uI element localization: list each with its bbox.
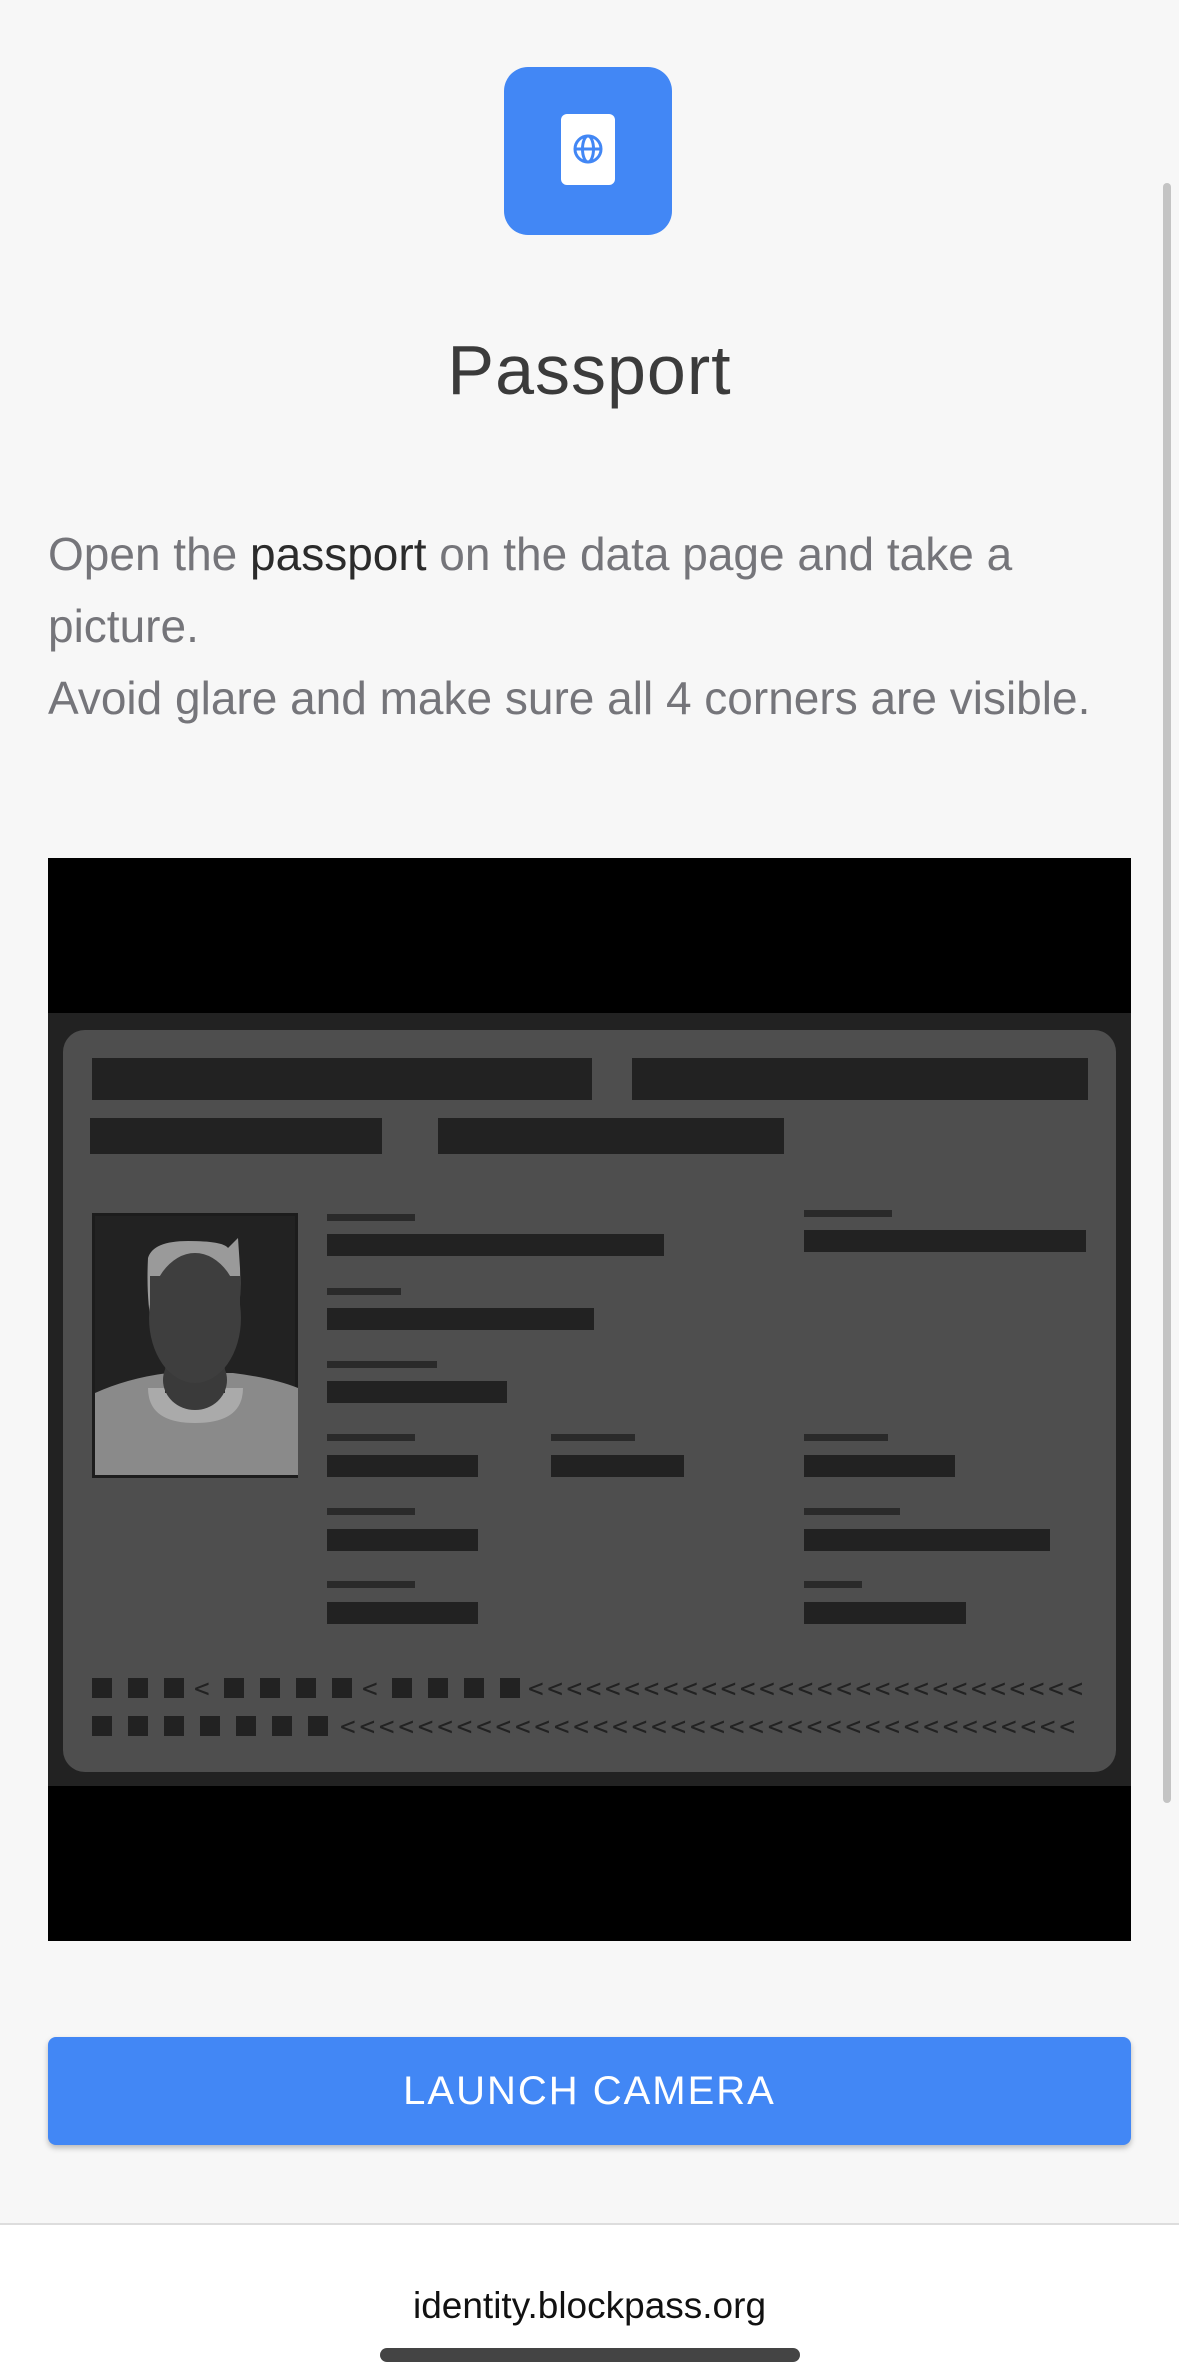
instruction-prefix: Open the — [48, 528, 251, 580]
svg-text:<<<<<<<<<<<<<<<<<<<<<<<<<<<<<: <<<<<<<<<<<<<<<<<<<<<<<<<<<<< — [528, 1674, 1083, 1704]
svg-text:<: < — [194, 1674, 210, 1704]
instruction-glare: Avoid glare and make sure all 4 corners … — [48, 672, 1091, 724]
page-title: Passport — [447, 331, 732, 409]
home-indicator[interactable] — [380, 2348, 800, 2362]
instruction-emphasis: passport — [250, 528, 427, 580]
scrollbar[interactable] — [1163, 183, 1171, 1803]
page: Passport Open the passport on the data p… — [0, 0, 1179, 2379]
browser-url-bar[interactable]: identity.blockpass.org — [0, 2223, 1179, 2379]
passport-sample-image: < < <<<<<<<<<<<<<<<<<<<<<<<<<<<<< <<<<<<… — [48, 858, 1131, 1941]
instructions-text: Open the passport on the data page and t… — [48, 518, 1138, 734]
svg-text:<: < — [362, 1674, 378, 1704]
launch-camera-button[interactable]: LAUNCH CAMERA — [48, 2037, 1131, 2145]
url-text: identity.blockpass.org — [412, 2285, 767, 2326]
passport-icon — [504, 67, 672, 235]
